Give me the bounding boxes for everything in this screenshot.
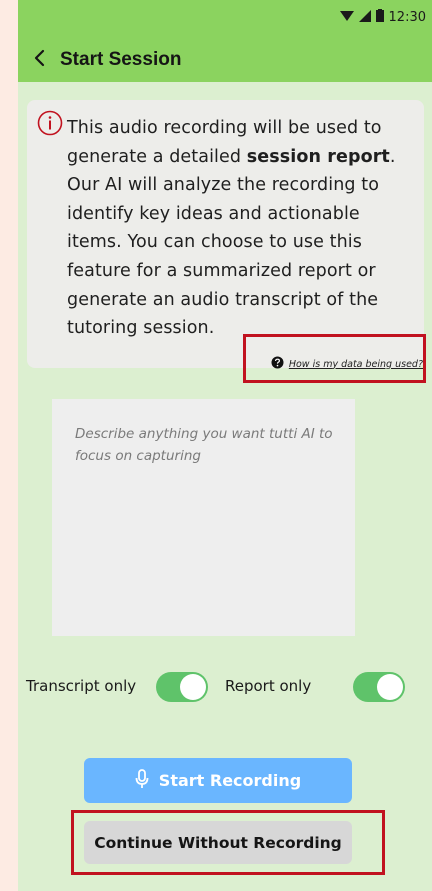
highlight-box	[243, 334, 426, 383]
start-recording-label: Start Recording	[158, 771, 302, 790]
main-content: This audio recording will be used to gen…	[18, 82, 432, 891]
status-icons: 12:30	[339, 9, 426, 26]
start-recording-button[interactable]: Start Recording	[84, 758, 352, 803]
transcript-only-toggle[interactable]	[156, 672, 208, 702]
back-button[interactable]	[28, 49, 50, 71]
toggle-row: Transcript only Report only	[18, 672, 432, 712]
highlight-box	[71, 810, 385, 875]
focus-input-placeholder: Describe anything you want tutti AI to f…	[75, 426, 333, 464]
status-time: 12:30	[388, 10, 426, 25]
status-bar: 12:30	[18, 0, 432, 38]
info-card: This audio recording will be used to gen…	[27, 100, 424, 368]
app-bar: Start Session	[18, 38, 432, 82]
toggle-knob	[377, 674, 403, 700]
battery-icon	[375, 9, 384, 26]
report-only-label: Report only	[225, 677, 312, 695]
microphone-icon	[135, 768, 149, 793]
wifi-icon	[339, 10, 354, 26]
chevron-left-icon	[33, 49, 45, 71]
info-description: This audio recording will be used to gen…	[67, 114, 417, 343]
info-text-part-2: . Our AI will analyze the recording to i…	[67, 146, 396, 339]
transcript-only-label: Transcript only	[26, 677, 137, 695]
cellular-signal-icon	[358, 9, 371, 26]
info-icon	[37, 110, 63, 136]
page-title: Start Session	[60, 49, 182, 70]
info-text-bold: session report	[246, 146, 390, 167]
toggle-knob	[180, 674, 206, 700]
report-only-toggle[interactable]	[353, 672, 405, 702]
